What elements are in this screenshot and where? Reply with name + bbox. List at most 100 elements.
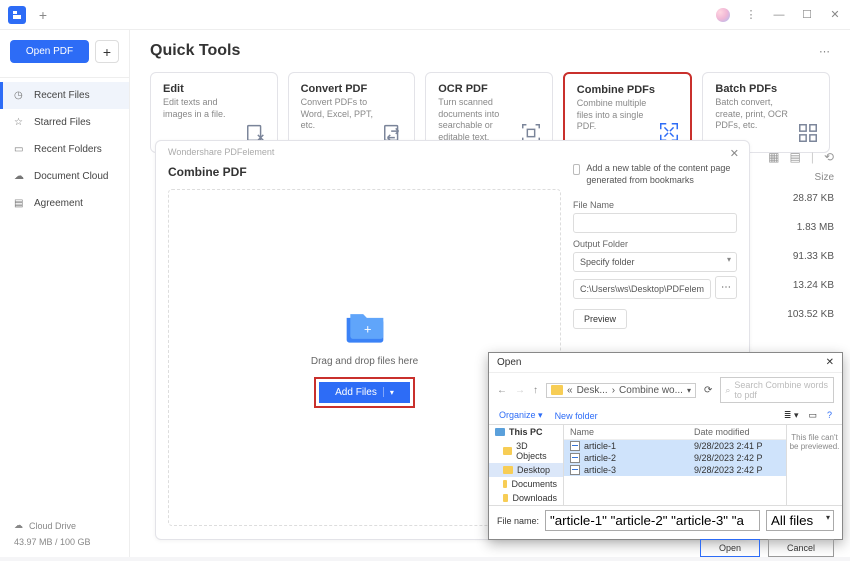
sidebar-item-label: Starred Files <box>34 117 91 128</box>
sidebar-item-label: Agreement <box>34 198 83 209</box>
sidebar-item-document-cloud[interactable]: ☁Document Cloud <box>0 163 129 190</box>
panel-close-button[interactable]: ✕ <box>730 147 739 160</box>
path-part[interactable]: Desk... <box>577 385 608 396</box>
nav-forward-button[interactable]: → <box>515 385 525 396</box>
open-pdf-button[interactable]: Open PDF <box>10 40 89 63</box>
filter-select[interactable] <box>766 510 834 531</box>
card-title: Convert PDF <box>301 83 405 95</box>
minimize-button[interactable]: — <box>772 8 786 22</box>
browse-button[interactable]: ⋯ <box>715 276 737 299</box>
file-size: 13.24 KB <box>764 280 834 291</box>
tree-item-3d-objects[interactable]: 3D Objects <box>489 439 563 463</box>
filename-input[interactable] <box>573 213 737 233</box>
dialog-title: Open <box>497 357 521 368</box>
clock-icon: ◷ <box>14 90 26 101</box>
cloud-drive-link[interactable]: ☁ Cloud Drive <box>14 520 115 531</box>
folder-icon <box>503 447 512 455</box>
star-icon: ☆ <box>14 117 26 128</box>
pc-icon <box>495 428 505 436</box>
toc-checkbox[interactable] <box>573 164 580 175</box>
help-icon[interactable]: ? <box>827 410 832 421</box>
card-title: OCR PDF <box>438 83 542 95</box>
document-icon: ▤ <box>14 198 26 209</box>
size-column-header: Size <box>764 172 834 193</box>
file-row[interactable]: article-19/28/2023 2:41 P <box>564 440 786 452</box>
file-size: 1.83 MB <box>764 222 834 233</box>
new-folder-button[interactable]: New folder <box>555 411 598 421</box>
card-desc: Convert PDFs to Word, Excel, PPT, etc. <box>301 97 381 132</box>
profile-icon[interactable] <box>716 8 730 22</box>
card-title: Combine PDFs <box>577 84 681 96</box>
filename-input[interactable] <box>545 510 760 531</box>
card-desc: Batch convert, create, print, OCR PDFs, … <box>715 97 795 132</box>
batch-icon <box>797 122 819 144</box>
sidebar-item-agreement[interactable]: ▤ Agreement <box>0 190 129 217</box>
toc-checkbox-label: Add a new table of the content page gene… <box>586 163 737 186</box>
cloud-icon: ☁ <box>14 520 23 531</box>
organize-menu[interactable]: Organize ▾ <box>499 410 543 421</box>
card-desc: Edit texts and images in a file. <box>163 97 243 120</box>
folder-tree[interactable]: This PC 3D Objects Desktop Documents Dow… <box>489 425 564 505</box>
dialog-search-input[interactable]: ⌕ Search Combine words to pdf <box>720 377 834 403</box>
preview-button[interactable]: Preview <box>573 309 627 329</box>
tree-item-documents[interactable]: Documents <box>489 477 563 491</box>
view-mode-button[interactable]: ≣ ▾ <box>784 410 799 421</box>
file-icon <box>570 453 580 463</box>
folder-icon <box>503 494 508 502</box>
grid-view-icon[interactable]: ▦ <box>768 150 779 164</box>
sidebar-item-recent-files[interactable]: ◷Recent Files <box>0 82 129 109</box>
specify-folder-select[interactable] <box>573 252 737 272</box>
dialog-open-button[interactable]: Open <box>700 539 760 557</box>
search-placeholder: Search Combine words to pdf <box>734 380 829 400</box>
path-breadcrumb[interactable]: « Desk...› Combine wo... ▾ <box>546 383 696 398</box>
file-row[interactable]: article-29/28/2023 2:42 P <box>564 452 786 464</box>
file-row[interactable]: article-39/28/2023 2:42 P <box>564 464 786 476</box>
tree-item-desktop[interactable]: Desktop <box>489 463 563 477</box>
more-icon[interactable]: ⋮ <box>744 8 758 22</box>
maximize-button[interactable]: ☐ <box>800 8 814 22</box>
output-path-input[interactable] <box>573 279 711 299</box>
more-icon[interactable]: ⋯ <box>819 45 830 58</box>
folder-icon: ▭ <box>14 144 26 155</box>
card-desc: Turn scanned documents into searchable o… <box>438 97 518 144</box>
path-part[interactable]: Combine wo... <box>619 385 683 396</box>
sidebar-item-starred-files[interactable]: ☆ Starred Files <box>0 109 129 136</box>
sidebar-item-label: Recent Folders <box>34 144 102 155</box>
panel-title: Combine PDF <box>168 161 569 189</box>
sidebar-item-recent-folders[interactable]: ▭ Recent Folders <box>0 136 129 163</box>
new-button[interactable]: + <box>95 40 119 63</box>
add-folder-icon: + <box>343 308 387 346</box>
preview-pane-button[interactable]: ▭ <box>808 410 817 421</box>
folder-icon <box>503 480 507 488</box>
new-tab-button[interactable]: + <box>34 6 52 24</box>
nav-up-button[interactable]: ↑ <box>533 385 538 396</box>
app-logo <box>8 6 26 24</box>
search-icon: ⌕ <box>725 385 730 396</box>
folder-icon <box>503 466 513 474</box>
filename-label: File Name <box>573 200 737 210</box>
card-desc: Combine multiple files into a single PDF… <box>577 98 657 133</box>
refresh-icon[interactable]: ⟳ <box>704 385 712 396</box>
dialog-close-button[interactable]: ✕ <box>826 357 834 368</box>
outputfolder-label: Output Folder <box>573 239 737 249</box>
close-button[interactable]: ✕ <box>828 8 842 22</box>
file-icon <box>570 465 580 475</box>
filename-label: File name: <box>497 516 539 526</box>
tree-item-downloads[interactable]: Downloads <box>489 491 563 505</box>
panel-app-title: Wondershare PDFelement <box>168 147 274 157</box>
cloud-drive-label: Cloud Drive <box>29 521 76 531</box>
file-icon <box>570 441 580 451</box>
dialog-cancel-button[interactable]: Cancel <box>768 539 834 557</box>
tree-item-this-pc[interactable]: This PC <box>489 425 563 439</box>
col-name-header[interactable]: Name <box>570 427 694 437</box>
calendar-icon[interactable]: ▤ <box>789 150 800 164</box>
page-title: Quick Tools <box>150 42 240 60</box>
col-date-header[interactable]: Date modified <box>694 427 780 437</box>
preview-pane: This file can't be previewed. <box>786 425 842 505</box>
file-open-dialog: Open ✕ ← → ↑ « Desk...› Combine wo... ▾ ⟳… <box>488 352 843 540</box>
file-size: 91.33 KB <box>764 251 834 262</box>
nav-back-button[interactable]: ← <box>497 385 507 396</box>
refresh-icon[interactable]: ⟲ <box>824 150 834 164</box>
file-size: 103.52 KB <box>764 309 834 320</box>
add-files-button[interactable]: Add Files▾ <box>319 382 410 403</box>
